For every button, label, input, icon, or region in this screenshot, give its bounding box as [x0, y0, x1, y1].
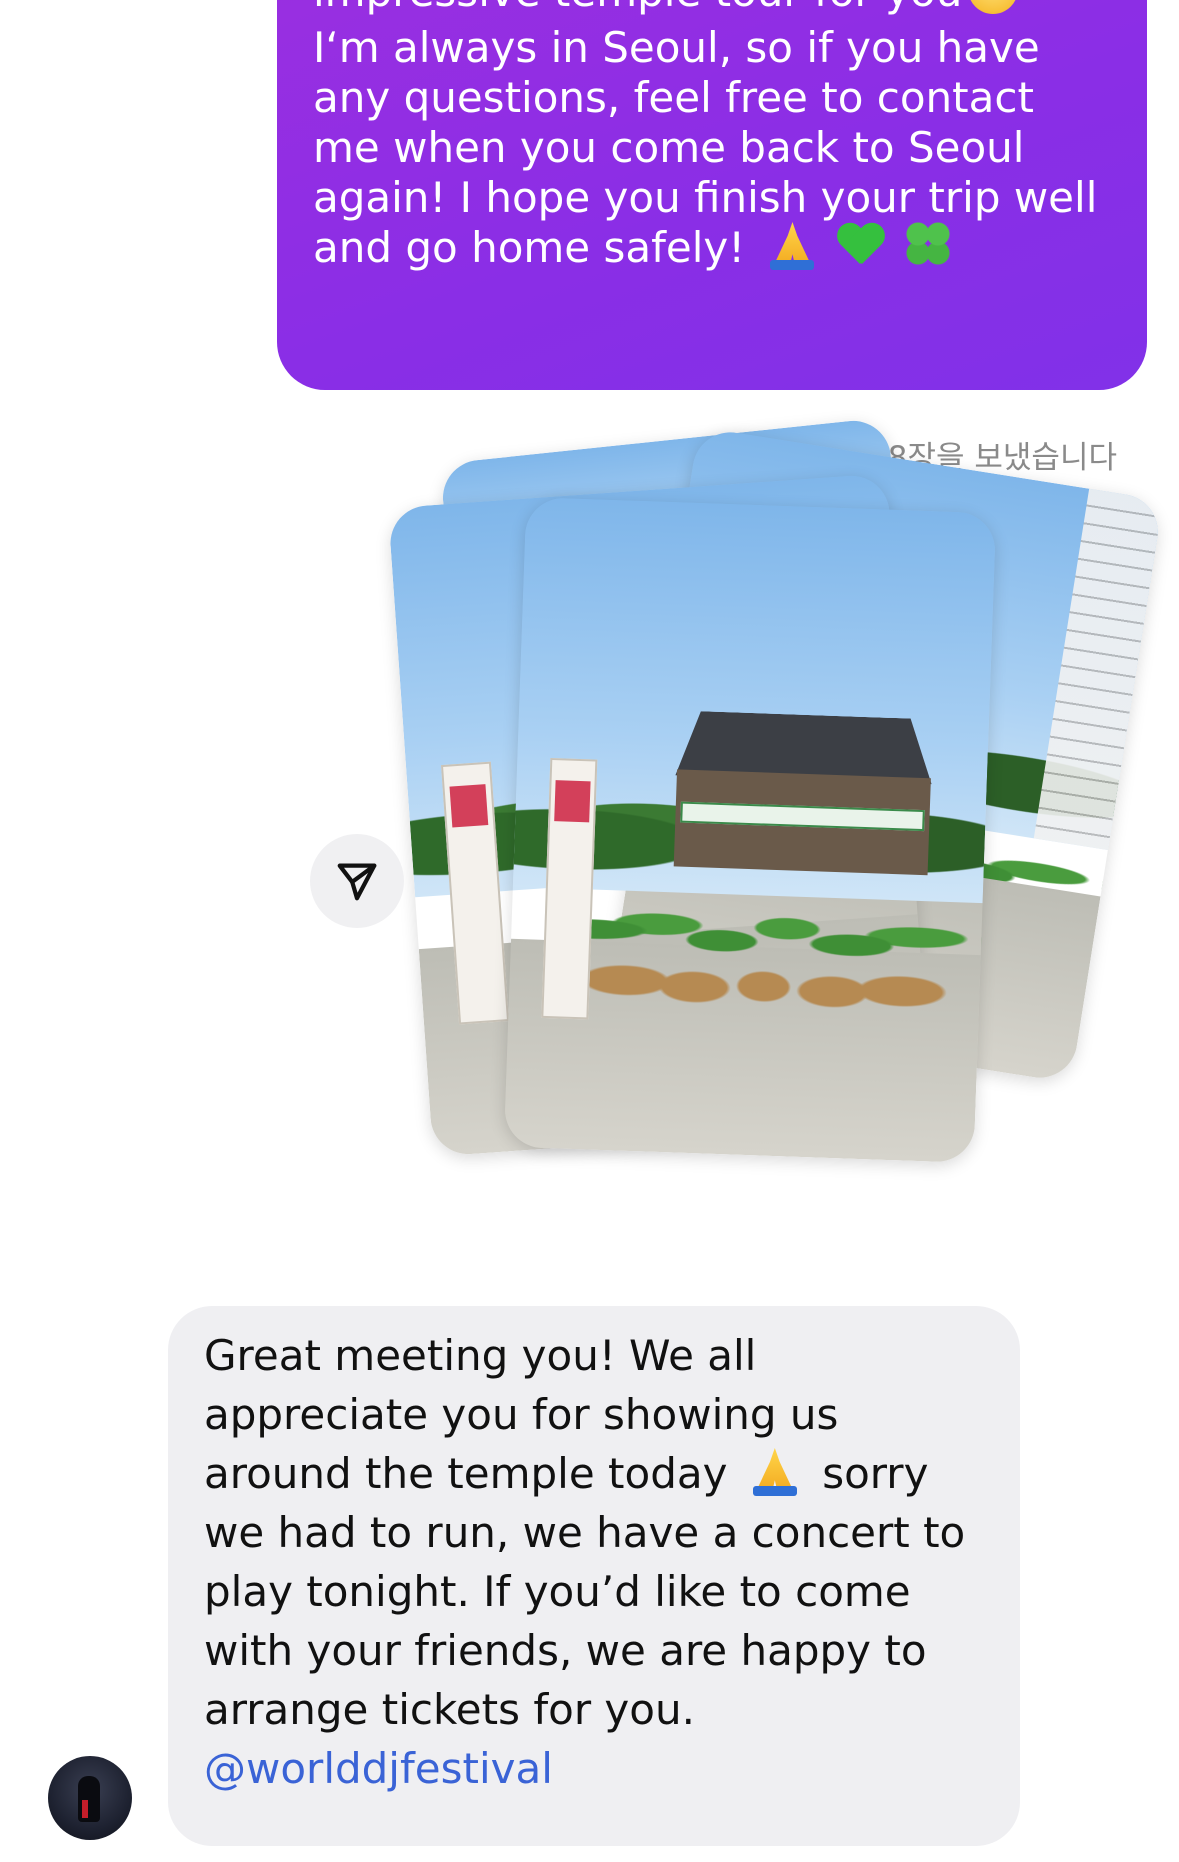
- message-line: appreciate you for showing us: [204, 1390, 839, 1439]
- pleading-face-icon: [968, 0, 1019, 14]
- green-heart-icon: [836, 220, 886, 270]
- photo-sign-stand: [541, 757, 598, 1020]
- mention-link[interactable]: @worlddjfestival: [204, 1739, 553, 1798]
- outgoing-message-bubble[interactable]: impressive temple tour for you I‘m alway…: [277, 0, 1147, 390]
- share-icon: [337, 863, 377, 901]
- message-text: around the temple today: [204, 1449, 728, 1498]
- message-line: Great meeting you! We all: [204, 1331, 757, 1380]
- message-text: sorry: [822, 1449, 929, 1498]
- avatar-icon[interactable]: [48, 1756, 132, 1840]
- photo-stack[interactable]: [387, 417, 1164, 1260]
- incoming-message-bubble[interactable]: Great meeting you! We all appreciate you…: [168, 1306, 1020, 1846]
- message-line: we had to run, we have a concert to: [204, 1508, 966, 1557]
- four-leaf-clover-icon: [903, 220, 954, 270]
- message-line: with your friends, we are happy to: [204, 1626, 927, 1675]
- message-line: arrange tickets for you.: [204, 1685, 695, 1734]
- photo-plants: [546, 855, 984, 1014]
- message-text: impressive temple tour for you: [313, 0, 962, 16]
- message-text: and go home safely!: [313, 223, 746, 272]
- share-button[interactable]: [310, 834, 404, 928]
- folded-hands-icon: [749, 1446, 801, 1496]
- photo-thumbnail[interactable]: [503, 496, 997, 1164]
- message-line: play tonight. If you’d like to come: [204, 1567, 911, 1616]
- folded-hands-icon: [766, 220, 818, 270]
- message-line: around the temple today sorry: [204, 1444, 928, 1503]
- message-line: and go home safely!: [313, 218, 954, 278]
